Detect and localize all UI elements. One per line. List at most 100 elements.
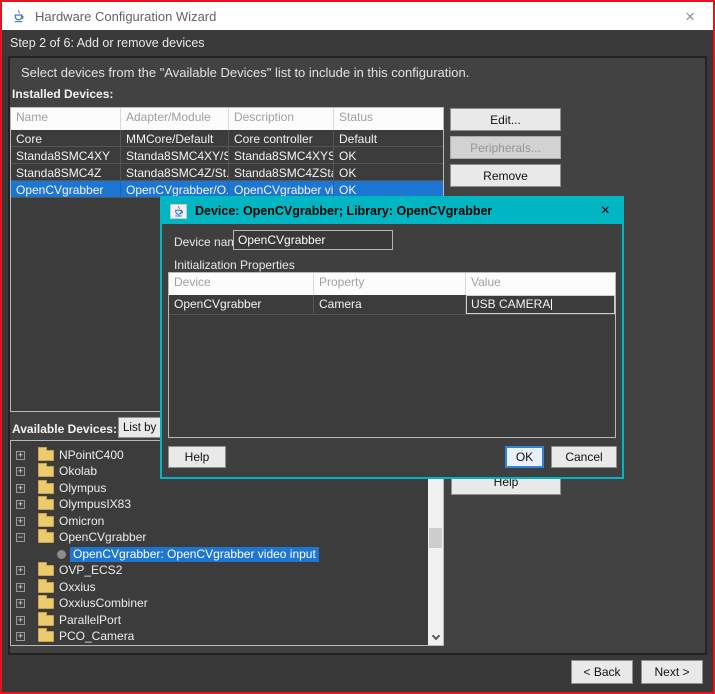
next-button[interactable]: Next > <box>641 660 703 684</box>
folder-icon <box>38 532 54 543</box>
table-row-standa8smc4xy[interactable]: Standa8SMC4XY Standa8SMC4XY/S... Standa8… <box>11 147 443 164</box>
init-properties-label: Initialization Properties <box>174 258 295 272</box>
cell-description[interactable]: OpenCVgrabber vi... <box>229 181 334 197</box>
dialog-close-icon[interactable]: × <box>597 203 614 219</box>
cell-status[interactable]: Default <box>334 130 443 146</box>
tree-item-label[interactable]: ParallelPort <box>59 613 121 627</box>
folder-icon <box>38 631 54 642</box>
cell-status[interactable]: OK <box>334 147 443 163</box>
expand-icon[interactable]: + <box>16 632 25 641</box>
cell-description[interactable]: Core controller <box>229 130 334 146</box>
expand-icon[interactable]: + <box>16 566 25 575</box>
tree-item-oxxius[interactable]: + Oxxius <box>11 579 421 595</box>
expand-icon[interactable]: + <box>16 451 25 460</box>
tree-item-label[interactable]: OlympusIX83 <box>59 497 131 511</box>
table-row-core[interactable]: Core MMCore/Default Core controller Defa… <box>11 130 443 147</box>
dialog-titlebar[interactable]: Device: OpenCVgrabber; Library: OpenCVgr… <box>162 198 622 224</box>
java-app-icon <box>10 9 27 24</box>
dialog-ok-button[interactable]: OK <box>505 446 544 468</box>
cell-name[interactable]: Standa8SMC4XY <box>11 147 121 163</box>
folder-icon <box>38 565 54 576</box>
cell-value-text: USB CAMERA <box>471 297 550 311</box>
tree-item-olympusix83[interactable]: + OlympusIX83 <box>11 496 421 512</box>
java-dialog-icon <box>170 204 187 219</box>
col-header-description: Description <box>229 108 334 130</box>
folder-icon <box>38 516 54 527</box>
collapse-icon[interactable]: − <box>16 533 25 542</box>
table-empty-area <box>169 315 615 437</box>
tree-item-label[interactable]: PCO_Camera <box>59 629 134 643</box>
col-header-status: Status <box>334 108 443 130</box>
back-button[interactable]: < Back <box>571 660 633 684</box>
scrollbar-thumb[interactable] <box>429 528 442 548</box>
cell-name[interactable]: Core <box>11 130 121 146</box>
expand-icon[interactable]: + <box>16 616 25 625</box>
tree-item-label[interactable]: Okolab <box>59 464 97 478</box>
cell-name[interactable]: OpenCVgrabber <box>11 181 121 197</box>
instruction-text: Select devices from the "Available Devic… <box>21 65 469 80</box>
tree-item-parallelport[interactable]: + ParallelPort <box>11 612 421 628</box>
cell-name[interactable]: Standa8SMC4Z <box>11 164 121 180</box>
tree-item-omicron[interactable]: + Omicron <box>11 513 421 529</box>
cell-description[interactable]: Standa8SMC4XYSt... <box>229 147 334 163</box>
folder-icon <box>38 615 54 626</box>
installed-devices-label: Installed Devices: <box>12 87 113 101</box>
expand-icon[interactable]: + <box>16 517 25 526</box>
init-table-row-camera[interactable]: OpenCVgrabber Camera USB CAMERA <box>169 295 615 315</box>
remove-button[interactable]: Remove <box>450 164 561 187</box>
expand-icon[interactable]: + <box>16 467 25 476</box>
tree-item-label[interactable]: OxxiusCombiner <box>59 596 148 610</box>
tree-item-oxxiuscombiner[interactable]: + OxxiusCombiner <box>11 595 421 611</box>
cell-adapter[interactable]: OpenCVgrabber/O... <box>121 181 229 197</box>
tree-item-ovp-ecs2[interactable]: + OVP_ECS2 <box>11 562 421 578</box>
tree-item-pe300[interactable]: + pE300 <box>11 645 421 646</box>
tree-item-label[interactable]: OpenCVgrabber <box>59 530 146 544</box>
cell-adapter[interactable]: MMCore/Default <box>121 130 229 146</box>
tree-item-olympus[interactable]: + Olympus <box>11 480 421 496</box>
init-table-header: Device Property Value <box>169 273 615 295</box>
peripherals-button: Peripherals... <box>450 136 561 159</box>
scroll-down-icon[interactable] <box>428 629 443 645</box>
folder-icon <box>38 466 54 477</box>
hardware-configuration-wizard-window: Hardware Configuration Wizard × Step 2 o… <box>0 0 715 694</box>
device-properties-dialog: Device: OpenCVgrabber; Library: OpenCVgr… <box>160 196 624 479</box>
window-close-icon[interactable]: × <box>675 8 705 25</box>
folder-icon <box>38 483 54 494</box>
tree-item-label[interactable]: OVP_ECS2 <box>59 563 122 577</box>
available-devices-label: Available Devices: <box>12 422 117 436</box>
dialog-title: Device: OpenCVgrabber; Library: OpenCVgr… <box>195 204 492 218</box>
window-titlebar[interactable]: Hardware Configuration Wizard × <box>2 2 713 30</box>
expand-icon[interactable]: + <box>16 484 25 493</box>
tree-item-opencvgrabber[interactable]: − OpenCVgrabber <box>11 529 421 545</box>
folder-icon <box>38 499 54 510</box>
tree-item-label-selected[interactable]: OpenCVgrabber: OpenCVgrabber video input <box>70 547 319 562</box>
table-row-standa8smc4z[interactable]: Standa8SMC4Z Standa8SMC4Z/St... Standa8S… <box>11 164 443 181</box>
tree-item-label[interactable]: NPointC400 <box>59 448 124 462</box>
cell-adapter[interactable]: Standa8SMC4Z/St... <box>121 164 229 180</box>
tree-item-opencvgrabber-video-input[interactable]: OpenCVgrabber: OpenCVgrabber video input <box>11 546 421 562</box>
cell-device[interactable]: OpenCVgrabber <box>169 295 314 314</box>
col-header-value: Value <box>466 273 615 295</box>
cell-status[interactable]: OK <box>334 181 443 197</box>
cell-description[interactable]: Standa8SMC4ZStage <box>229 164 334 180</box>
tree-item-label[interactable]: Oxxius <box>59 580 96 594</box>
device-name-field[interactable] <box>233 230 393 250</box>
expand-icon[interactable]: + <box>16 500 25 509</box>
text-caret <box>551 299 552 310</box>
col-header-device: Device <box>169 273 314 295</box>
cell-property[interactable]: Camera <box>314 295 466 314</box>
dialog-help-button[interactable]: Help <box>168 446 226 468</box>
folder-icon <box>38 598 54 609</box>
tree-item-label[interactable]: Omicron <box>59 514 104 528</box>
cell-adapter[interactable]: Standa8SMC4XY/S... <box>121 147 229 163</box>
expand-icon[interactable]: + <box>16 583 25 592</box>
expand-icon[interactable]: + <box>16 599 25 608</box>
tree-item-label[interactable]: Olympus <box>59 481 106 495</box>
cell-status[interactable]: OK <box>334 164 443 180</box>
col-header-adapter: Adapter/Module <box>121 108 229 130</box>
dialog-cancel-button[interactable]: Cancel <box>551 446 617 468</box>
cell-value-editing[interactable]: USB CAMERA <box>466 295 615 314</box>
tree-item-pco-camera[interactable]: + PCO_Camera <box>11 628 421 644</box>
edit-button[interactable]: Edit... <box>450 108 561 131</box>
window-title: Hardware Configuration Wizard <box>35 9 216 24</box>
